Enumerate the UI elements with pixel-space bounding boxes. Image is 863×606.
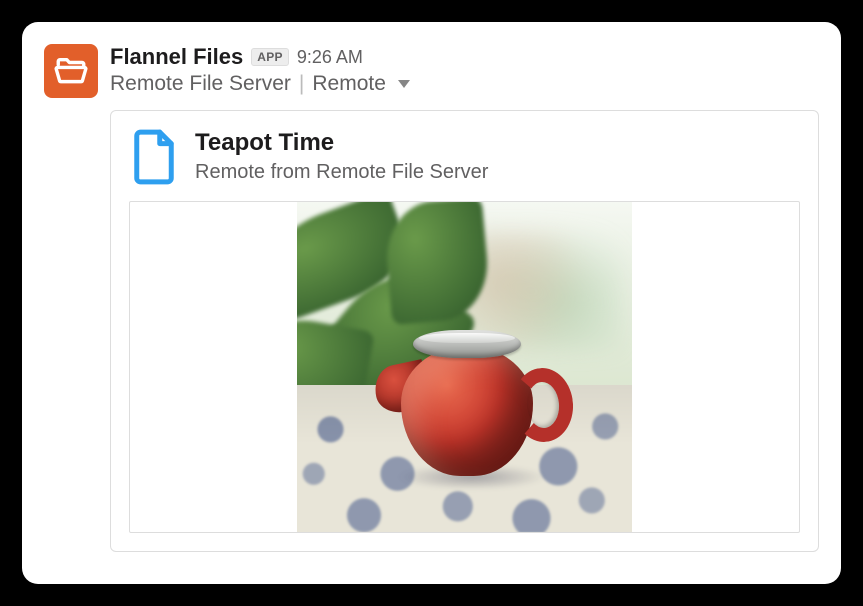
app-avatar[interactable] [44, 44, 98, 98]
message-card: Flannel Files APP 9:26 AM Remote File Se… [22, 22, 841, 584]
message-timestamp[interactable]: 9:26 AM [297, 47, 363, 68]
context-app-label: Remote File Server [110, 72, 291, 96]
attachment-titles: Teapot Time Remote from Remote File Serv… [195, 127, 488, 187]
app-badge: APP [251, 48, 289, 66]
attachment-subtitle: Remote from Remote File Server [195, 161, 488, 184]
app-name[interactable]: Flannel Files [110, 44, 243, 70]
attachment-preview-image[interactable] [297, 201, 632, 533]
chevron-down-icon [398, 80, 410, 88]
context-divider: | [297, 72, 306, 96]
message-header: Flannel Files APP 9:26 AM [110, 44, 819, 70]
attachment-preview-frame [129, 201, 800, 533]
message-content: Flannel Files APP 9:26 AM Remote File Se… [110, 44, 819, 552]
attachment-title: Teapot Time [195, 129, 488, 157]
attachment-header: Teapot Time Remote from Remote File Serv… [129, 127, 800, 187]
folder-open-icon [54, 54, 88, 88]
file-icon [129, 127, 179, 187]
file-attachment[interactable]: Teapot Time Remote from Remote File Serv… [110, 110, 819, 552]
context-source-label: Remote [312, 72, 386, 96]
message-subheader[interactable]: Remote File Server | Remote [110, 72, 819, 96]
message: Flannel Files APP 9:26 AM Remote File Se… [44, 44, 819, 552]
